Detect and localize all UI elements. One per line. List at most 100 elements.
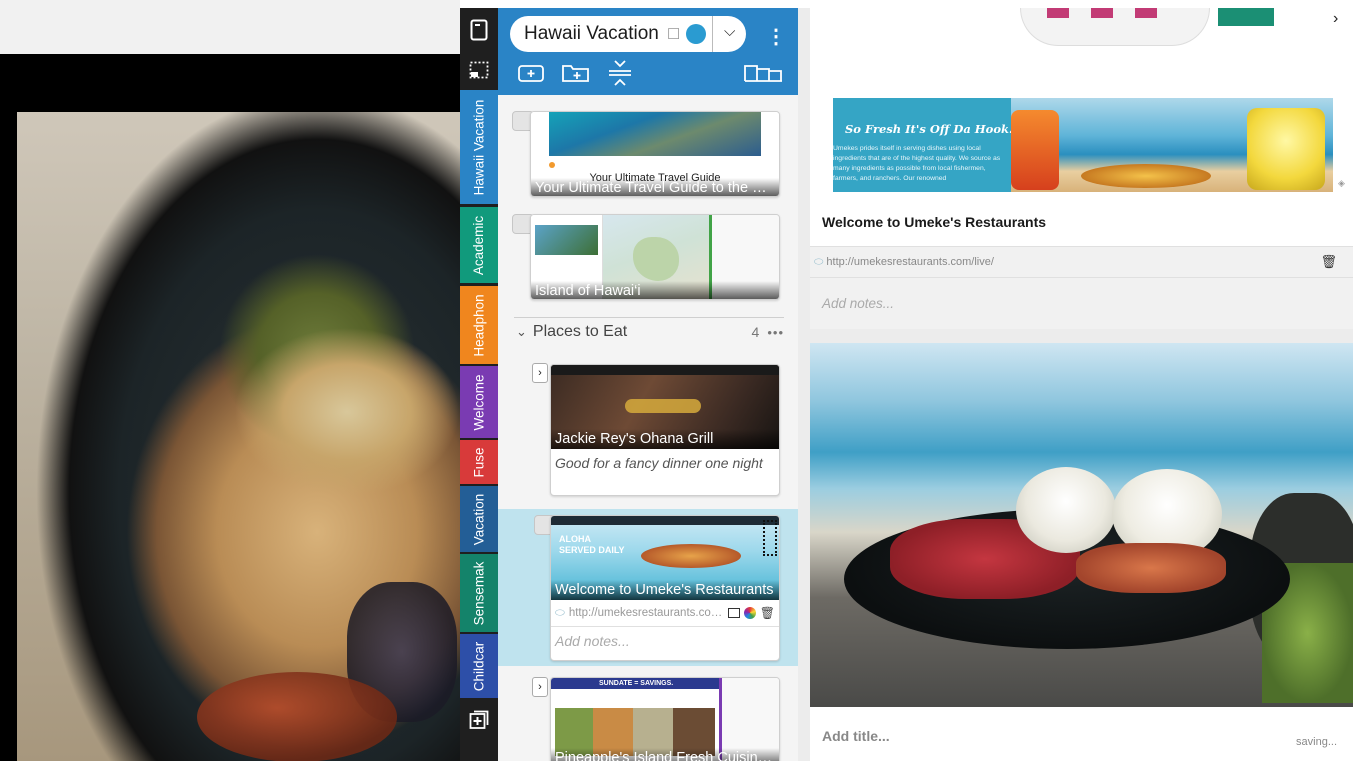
group-count: 4: [751, 324, 760, 340]
add-collection-icon[interactable]: [460, 702, 498, 738]
link-icon: ⬭: [814, 255, 824, 268]
chevron-down-icon[interactable]: ⌄: [516, 324, 527, 340]
close-icon[interactable]: ›: [1333, 10, 1338, 28]
tab-headphon[interactable]: Headphon: [460, 286, 498, 364]
detail-panel: › So Fresh It's Off Da Hook! Umekes prid…: [798, 8, 1353, 761]
list-item[interactable]: Jackie Rey's Ohana Grill Good for a fanc…: [550, 364, 780, 496]
tab-list: Your Ultimate Travel Guide Your Ultimate…: [498, 95, 798, 761]
panel-toggle-icon[interactable]: [460, 12, 498, 48]
tab-note[interactable]: Good for a fancy dinner one night: [551, 449, 779, 478]
thumbnail-image: [549, 112, 761, 156]
trash-icon[interactable]: 🗑: [1320, 254, 1337, 270]
thumbnail-navbar: [551, 516, 779, 525]
tab-vacation[interactable]: Vacation: [460, 486, 498, 552]
title-field[interactable]: Add title...: [822, 728, 890, 744]
url-row: ⬭ http://umekesrestaurants.com/l... 🗑: [551, 600, 779, 627]
tab-academic[interactable]: Academic: [460, 207, 498, 283]
tab-thumbnail: SUNDATE = SAVINGS. Pineapple's Island Fr…: [551, 678, 779, 761]
tab-fuse[interactable]: Fuse: [460, 440, 498, 484]
tab-welcome[interactable]: Welcome: [460, 366, 498, 438]
thumbnail-banner-text: SUNDATE = SAVINGS.: [551, 678, 719, 689]
expand-icon[interactable]: ›: [532, 677, 548, 697]
thumbnail-logo: [625, 399, 701, 413]
link-icon: ⬭: [555, 606, 565, 619]
plate-preview: [1020, 8, 1210, 46]
pin-icon[interactable]: ☐: [667, 25, 680, 43]
add-group-icon[interactable]: [562, 63, 590, 88]
photo-kimchi: [1076, 543, 1226, 593]
notes-field[interactable]: Add notes...: [551, 627, 779, 656]
banner-drink-orange: [1011, 110, 1059, 190]
thumbnail-grid-icon: [763, 520, 777, 556]
screenshot-icon[interactable]: [460, 52, 498, 88]
tab-title: Island of Hawai‘i: [531, 281, 779, 299]
group-divider: [514, 317, 784, 318]
banner-text-panel: So Fresh It's Off Da Hook! Umekes prides…: [833, 98, 1015, 192]
tab-title: Pineapple's Island Fresh Cuisine, H...: [551, 748, 779, 761]
list-item[interactable]: Your Ultimate Travel Guide Your Ultimate…: [530, 111, 780, 197]
tab-label: Headphon: [471, 293, 487, 357]
collection-title: Hawaii Vacation: [524, 23, 659, 44]
tab-url[interactable]: http://umekesrestaurants.com/l...: [569, 607, 724, 619]
collection-color-dot[interactable]: [686, 24, 707, 44]
map-sidebar-image: [535, 225, 598, 255]
banner-body: Umekes prides itself in serving dishes u…: [833, 145, 1001, 182]
window-top-strip: [0, 0, 460, 54]
plate-food: [1047, 8, 1177, 18]
banner-photo: [1011, 98, 1333, 192]
tab-label: Vacation: [471, 493, 487, 545]
detail-title[interactable]: Welcome to Umeke's Restaurants: [822, 214, 1046, 230]
tab-title: Welcome to Umeke's Restaurants: [551, 580, 779, 600]
trash-icon[interactable]: 🗑: [760, 606, 775, 620]
tab-label: Childcar: [471, 641, 487, 691]
detail-photo: [810, 343, 1353, 707]
color-picker-icon[interactable]: [743, 607, 756, 619]
open-all-icon[interactable]: [744, 63, 784, 88]
site-banner: So Fresh It's Off Da Hook! Umekes prides…: [833, 98, 1333, 192]
organizer-panel: Hawaii Vacation ☐ ⌵ ⋮ Your Ultimate Trav…: [498, 8, 798, 761]
photo-shrimp: [197, 672, 397, 761]
carousel-next-icon[interactable]: ◈: [1338, 178, 1345, 189]
add-tab-icon[interactable]: [518, 63, 544, 88]
list-item[interactable]: SUNDATE = SAVINGS. Pineapple's Island Fr…: [550, 677, 780, 761]
collapse-all-icon[interactable]: [608, 58, 632, 93]
chevron-down-icon[interactable]: ⌵: [724, 23, 735, 40]
screenshot-icon[interactable]: [727, 608, 740, 618]
banner-headline: So Fresh It's Off Da Hook!: [845, 122, 1015, 136]
list-item[interactable]: Island of Hawai‘i: [530, 214, 780, 300]
tab-thumbnail: ALOHA SERVED DAILY Welcome to Umeke's Re…: [551, 516, 779, 600]
tab-label: Academic: [471, 215, 487, 275]
map-island: [633, 237, 679, 281]
save-status: saving...: [1296, 736, 1337, 748]
banner-food: [1081, 164, 1211, 188]
tab-title: Your Ultimate Travel Guide to the Big I.…: [531, 178, 779, 196]
collection-rail: Hawaii Vacation Academic Headphon Welcom…: [460, 8, 498, 761]
tab-label: Hawaii Vacation: [471, 99, 487, 195]
expand-icon[interactable]: ›: [532, 363, 548, 383]
photo-rice-ball: [1016, 467, 1116, 553]
tab-title: Jackie Rey's Ohana Grill: [551, 429, 779, 449]
panel-header: Hawaii Vacation ☐ ⌵ ⋮: [498, 8, 798, 95]
banner-drink-lemon: [1247, 108, 1325, 190]
tab-hawaii-vacation[interactable]: Hawaii Vacation: [460, 90, 498, 204]
thumbnail-banner-text: ALOHA SERVED DAILY: [559, 534, 625, 555]
detail-notes[interactable]: Add notes...: [810, 278, 1353, 329]
more-options-icon[interactable]: ⋮: [766, 24, 786, 49]
tab-sensemak[interactable]: Sensemak: [460, 554, 498, 632]
tab-thumbnail: Jackie Rey's Ohana Grill: [551, 365, 779, 449]
tab-label: Fuse: [471, 446, 487, 478]
group-header[interactable]: ⌄ Places to Eat 4 •••: [516, 320, 784, 344]
collection-selector[interactable]: Hawaii Vacation ☐ ⌵: [510, 16, 746, 52]
detail-url[interactable]: http://umekesrestaurants.com/live/: [826, 256, 1320, 268]
list-item[interactable]: ALOHA SERVED DAILY Welcome to Umeke's Re…: [550, 515, 780, 661]
group-title: Places to Eat: [532, 323, 628, 340]
divider: [712, 16, 713, 52]
group-menu-icon[interactable]: •••: [767, 325, 784, 340]
detail-url-row: ⬭ http://umekesrestaurants.com/live/ 🗑: [810, 246, 1353, 278]
tab-label: Sensemak: [471, 561, 487, 625]
tab-label: Welcome: [471, 373, 487, 431]
detail-card: › So Fresh It's Off Da Hook! Umekes prid…: [810, 8, 1353, 329]
thumbnail-navbar: [551, 365, 779, 375]
tab-childcar[interactable]: Childcar: [460, 634, 498, 698]
food-photo: [17, 112, 460, 761]
